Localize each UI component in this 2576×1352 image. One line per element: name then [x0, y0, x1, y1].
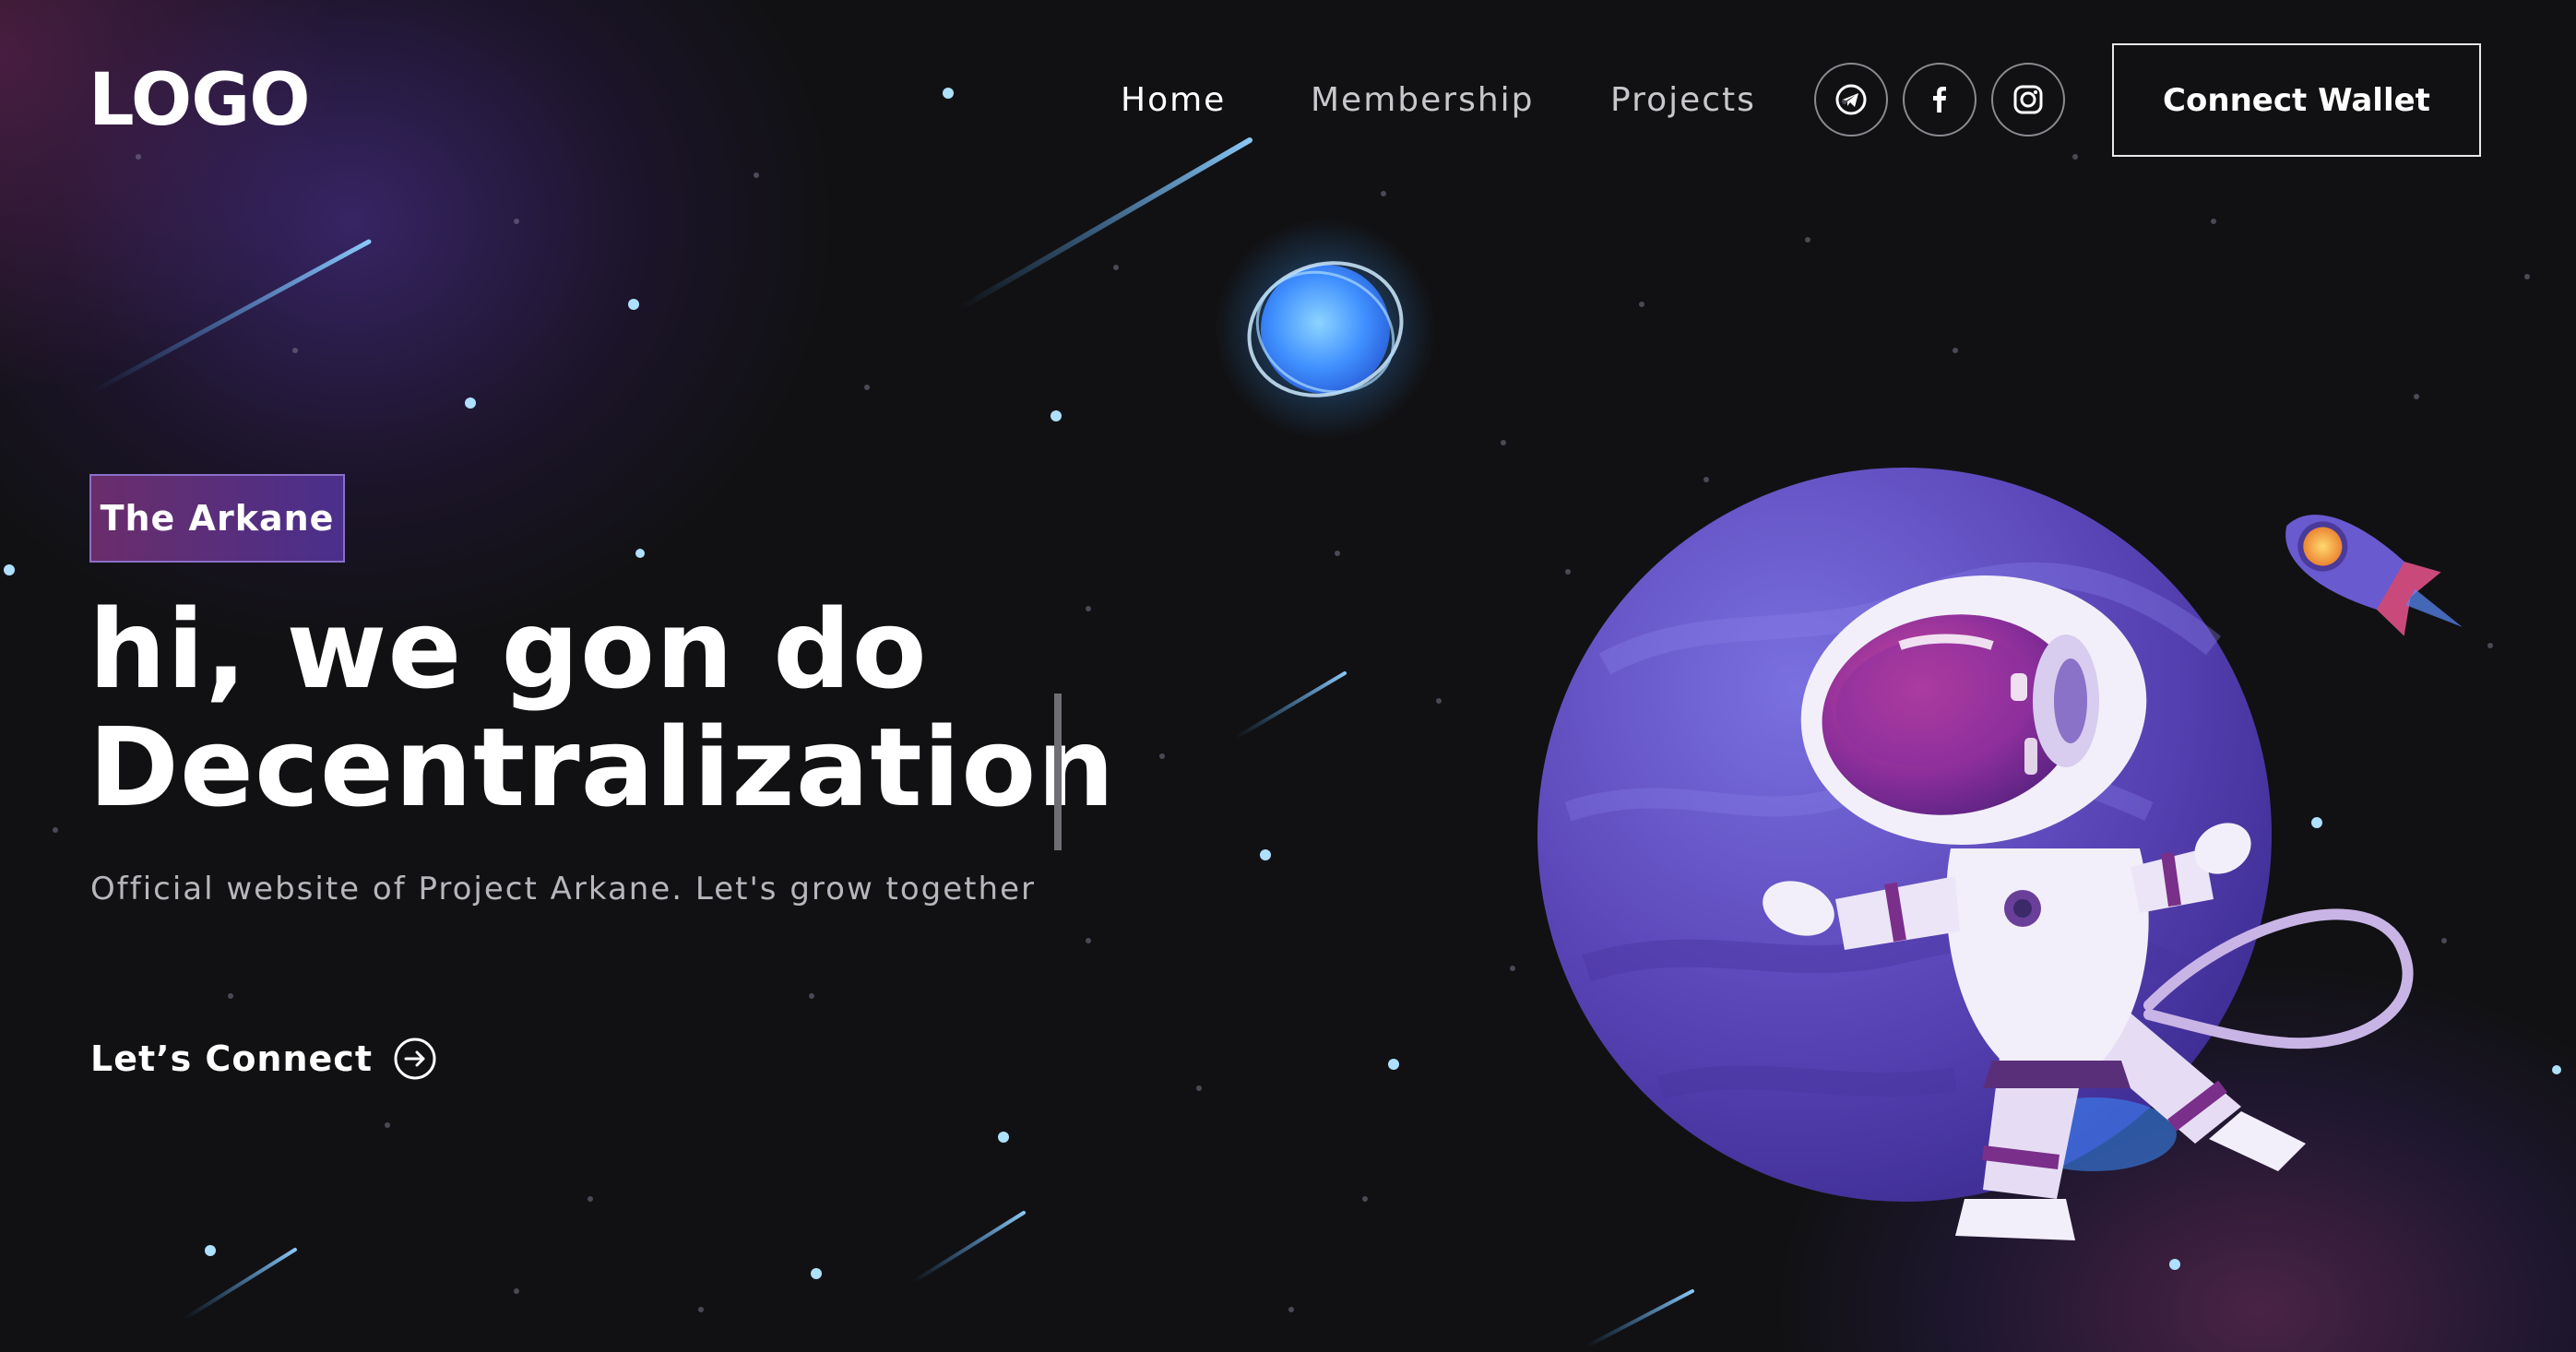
- facebook-icon: [1933, 87, 1946, 113]
- landing-page: LOGO Home Membership Projects Connect Wa…: [0, 0, 2576, 1352]
- instagram-button[interactable]: [1991, 63, 2065, 136]
- hero-headline: hi, we gon do Decentralization: [89, 590, 1115, 826]
- telegram-button[interactable]: [1814, 63, 1888, 136]
- nav-item-projects[interactable]: Projects: [1610, 70, 1756, 131]
- headline-line-1: hi, we gon do: [89, 586, 928, 713]
- instagram-icon: [2013, 85, 2043, 114]
- nav-item-membership[interactable]: Membership: [1311, 70, 1535, 131]
- lets-connect-label: Let’s Connect: [90, 1038, 373, 1079]
- nav-item-home[interactable]: Home: [1121, 70, 1226, 131]
- logo[interactable]: LOGO: [89, 59, 311, 142]
- facebook-button[interactable]: [1903, 63, 1977, 136]
- lets-connect-link[interactable]: Let’s Connect: [90, 1033, 437, 1085]
- rocket: [2285, 515, 2463, 636]
- project-tag: The Arkane: [89, 474, 345, 563]
- connect-wallet-button[interactable]: Connect Wallet: [2112, 43, 2481, 157]
- headline-line-2: Decentralization: [89, 704, 1116, 831]
- telegram-icon: [1835, 84, 1867, 115]
- arrow-right-circle-icon: [394, 1038, 436, 1080]
- glowing-orb: [1215, 219, 1436, 440]
- hero-subtitle: Official website of Project Arkane. Let'…: [90, 871, 1036, 907]
- typing-caret: [1054, 694, 1062, 850]
